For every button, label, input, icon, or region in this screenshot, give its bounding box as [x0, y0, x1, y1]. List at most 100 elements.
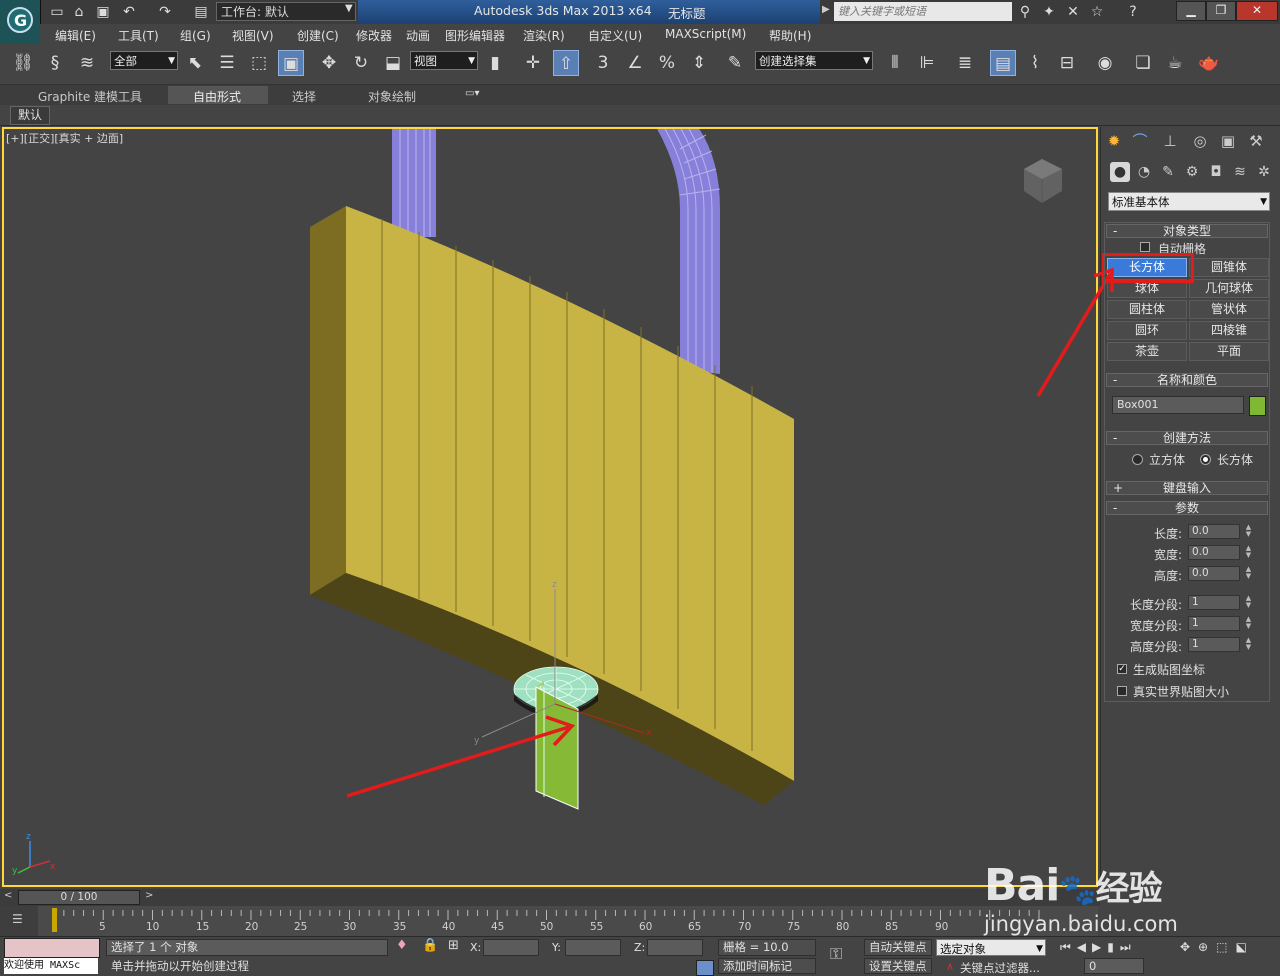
geosphere-button[interactable]: 几何球体	[1189, 279, 1269, 298]
undo-icon[interactable]: ↶	[120, 3, 138, 21]
display-tab-icon[interactable]: ▣	[1218, 131, 1238, 151]
rollout-parameters[interactable]: - 参数	[1106, 501, 1268, 515]
subscription-icon[interactable]: ✦	[1040, 3, 1058, 21]
curve-editor-icon[interactable]: ⌇	[1022, 50, 1048, 76]
width-segs-spinner[interactable]: 1	[1188, 616, 1240, 631]
auto-key-button[interactable]: 自动关键点	[864, 939, 932, 956]
selection-lock-icon[interactable]: 🔒	[422, 938, 438, 953]
spinner-arrows-icon[interactable]: ▲ ▼	[1244, 616, 1253, 631]
keyboard-shortcut-override-icon[interactable]: ⇧	[553, 50, 579, 76]
menu-views[interactable]: 视图(V)	[232, 27, 274, 44]
pivot-center-icon[interactable]: ▮	[482, 50, 508, 76]
search-expand-icon[interactable]: ▶	[822, 4, 830, 15]
spinner-arrows-icon[interactable]: ▲ ▼	[1244, 637, 1253, 652]
box-radio[interactable]	[1200, 454, 1211, 465]
mirror-icon[interactable]: ⫴	[882, 50, 908, 76]
rect-selection-icon[interactable]: ⬚	[246, 50, 272, 76]
real-world-checkbox[interactable]	[1117, 686, 1127, 696]
time-cursor[interactable]	[52, 908, 57, 932]
edit-named-selection-icon[interactable]: ✎	[722, 50, 748, 76]
shapes-icon[interactable]: ◔	[1134, 162, 1154, 182]
shackle-right[interactable]	[656, 129, 721, 374]
add-time-tag-button[interactable]: 添加时间标记	[718, 958, 816, 974]
viewcube-icon[interactable]	[1024, 159, 1062, 203]
lights-icon[interactable]: ✎	[1158, 162, 1178, 182]
snaps-toggle-icon[interactable]: 3	[590, 50, 616, 76]
time-slider[interactable]: 0 / 100	[18, 890, 140, 905]
shackle-left[interactable]	[392, 129, 436, 237]
track-bar-menu[interactable]: ☰	[0, 906, 38, 936]
help-icon[interactable]: ?	[1124, 3, 1142, 21]
workspace-arrow-icon[interactable]: ▼	[345, 3, 353, 14]
isolate-selection-icon[interactable]: ♦	[396, 938, 408, 953]
binoculars-icon[interactable]: ⚲	[1016, 3, 1034, 21]
motion-tab-icon[interactable]: ◎	[1190, 131, 1210, 151]
menu-modifiers[interactable]: 修改器	[356, 27, 392, 44]
front-viewport[interactable]: z x y z x y	[2, 127, 1098, 887]
open-file-icon[interactable]: ⌂	[70, 3, 88, 21]
spinner-arrows-icon[interactable]: ▲ ▼	[1244, 566, 1253, 581]
current-frame-input[interactable]: 0	[1084, 958, 1144, 974]
menu-help[interactable]: 帮助(H)	[769, 27, 811, 44]
schematic-view-icon[interactable]: ⊟	[1054, 50, 1080, 76]
object-color-swatch[interactable]	[1249, 396, 1266, 416]
render-production-icon[interactable]: 🫖	[1196, 50, 1222, 76]
close-window-button[interactable]: ✕	[1236, 1, 1278, 21]
cone-button[interactable]: 圆锥体	[1189, 258, 1269, 277]
ribbon-tab-selection[interactable]: 选择	[292, 88, 316, 105]
plane-button[interactable]: 平面	[1189, 342, 1269, 361]
ribbon-tab-graphite[interactable]: Graphite 建模工具	[38, 88, 142, 105]
search-input[interactable]: 键入关键字或短语	[834, 2, 1012, 21]
minimize-button[interactable]: ▁	[1176, 1, 1206, 21]
ribbon-tab-freeform[interactable]: 自由形式	[193, 88, 241, 105]
primitive-category-dropdown[interactable]: 标准基本体 ▼	[1108, 192, 1270, 211]
space-warps-icon[interactable]: ≋	[1230, 162, 1250, 182]
menu-tools[interactable]: 工具(T)	[118, 27, 159, 44]
hierarchy-tab-icon[interactable]: ⊥	[1160, 131, 1180, 151]
set-key-button[interactable]: 设置关键点	[864, 958, 932, 974]
pyramid-button[interactable]: 四棱锥	[1189, 321, 1269, 340]
viewport-label[interactable]: [+][正交][真实 + 边面]	[6, 130, 123, 146]
menu-create[interactable]: 创建(C)	[297, 27, 339, 44]
gen-mapping-checkbox[interactable]: ✓	[1117, 664, 1127, 674]
percent-snap-icon[interactable]: %	[654, 50, 680, 76]
x-coord-input[interactable]	[483, 939, 539, 956]
select-move-icon[interactable]: ✥	[316, 50, 342, 76]
spinner-arrows-icon[interactable]: ▲ ▼	[1244, 595, 1253, 610]
render-setup-icon[interactable]: ❏	[1130, 50, 1156, 76]
object-name-input[interactable]: Box001	[1112, 396, 1244, 414]
modify-tab-icon[interactable]: ⌒	[1130, 131, 1150, 151]
project-folder-icon[interactable]: ▤	[192, 3, 210, 21]
rollout-creation-method[interactable]: - 创建方法	[1106, 431, 1268, 445]
y-coord-input[interactable]	[565, 939, 621, 956]
window-crossing-icon[interactable]: ▣	[278, 50, 304, 76]
viewport-nav-controls[interactable]: ✥⊕⬚⬕	[1180, 940, 1255, 954]
menu-animation[interactable]: 动画	[406, 27, 430, 44]
autogrid-checkbox[interactable]	[1140, 242, 1150, 252]
reference-coord-dropdown[interactable]: 视图 ▼	[410, 51, 478, 70]
graphite-toggle-icon[interactable]: ▤	[990, 50, 1016, 76]
systems-icon[interactable]: ✲	[1254, 162, 1274, 182]
set-key-icon[interactable]: ⚿	[830, 944, 842, 964]
save-file-icon[interactable]: ▣	[94, 3, 112, 21]
align-icon[interactable]: ⊫	[914, 50, 940, 76]
ribbon-tab-object-paint[interactable]: 对象绘制	[368, 88, 416, 105]
menu-graph-editors[interactable]: 图形编辑器	[445, 27, 505, 44]
select-rotate-icon[interactable]: ↻	[348, 50, 374, 76]
angle-snap-icon[interactable]: ∠	[622, 50, 648, 76]
absolute-mode-icon[interactable]: ⊞	[448, 938, 459, 953]
restore-button[interactable]: ❐	[1206, 1, 1236, 21]
material-editor-icon[interactable]: ◉	[1092, 50, 1118, 76]
helpers-icon[interactable]: ◘	[1206, 162, 1226, 182]
select-scale-icon[interactable]: ⬓	[380, 50, 406, 76]
z-coord-input[interactable]	[647, 939, 703, 956]
cube-radio[interactable]	[1132, 454, 1143, 465]
bind-space-warp-icon[interactable]: ≋	[74, 50, 100, 76]
spinner-snap-icon[interactable]: ⇕	[686, 50, 712, 76]
rendered-frame-icon[interactable]: ☕	[1162, 50, 1188, 76]
select-object-icon[interactable]: ⬉	[182, 50, 208, 76]
width-spinner[interactable]: 0.0	[1188, 545, 1240, 560]
redo-icon[interactable]: ↷	[156, 3, 174, 21]
select-manipulate-icon[interactable]: ✛	[520, 50, 546, 76]
spinner-arrows-icon[interactable]: ▲ ▼	[1244, 545, 1253, 560]
